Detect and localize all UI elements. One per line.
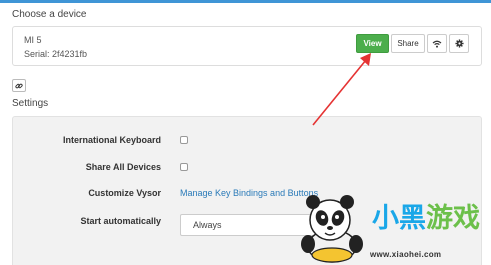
panda-mascot-logo [301, 195, 363, 263]
watermark-url: www.xiaohei.com [370, 250, 442, 259]
watermark-brand: 小黑游戏 [372, 203, 480, 234]
